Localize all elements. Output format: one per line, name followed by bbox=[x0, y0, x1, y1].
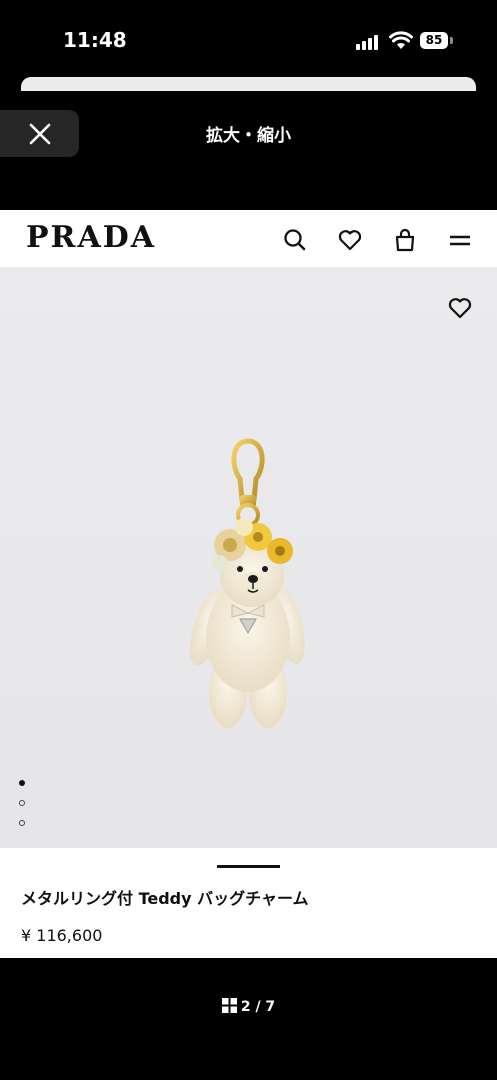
status-time: 11:48 bbox=[63, 28, 127, 52]
menu-icon[interactable] bbox=[447, 227, 473, 253]
product-image[interactable] bbox=[0, 267, 497, 848]
heart-icon[interactable] bbox=[337, 227, 363, 253]
battery-icon: 85 bbox=[420, 32, 448, 49]
carousel-dot[interactable] bbox=[19, 820, 25, 826]
search-icon[interactable] bbox=[282, 227, 308, 253]
cellular-signal-icon bbox=[356, 34, 382, 50]
close-button[interactable] bbox=[0, 110, 79, 157]
carousel-indicator[interactable] bbox=[19, 780, 29, 840]
teddy-bag-charm-image bbox=[189, 438, 305, 728]
carousel-dot[interactable] bbox=[19, 800, 25, 806]
image-counter-text: 2 / 7 bbox=[240, 999, 276, 1015]
sheet-top-edge bbox=[21, 77, 476, 91]
image-counter[interactable]: 2 / 7 bbox=[0, 998, 497, 1015]
close-icon bbox=[29, 123, 50, 144]
site-header: PRADA bbox=[0, 210, 497, 267]
product-page-screenshot[interactable]: PRADA メタルリング付 Teddy バッグチャーム ¥ 116,600 bbox=[0, 210, 497, 958]
status-bar: 11:48 85 bbox=[0, 0, 497, 80]
brand-logo[interactable]: PRADA bbox=[26, 220, 156, 255]
wifi-icon bbox=[389, 31, 413, 49]
wishlist-heart-icon[interactable] bbox=[447, 296, 473, 320]
product-info: メタルリング付 Teddy バッグチャーム ¥ 116,600 bbox=[0, 848, 497, 958]
product-price: ¥ 116,600 bbox=[21, 926, 103, 945]
battery-nub bbox=[450, 37, 453, 44]
product-name: メタルリング付 Teddy バッグチャーム bbox=[21, 889, 309, 908]
shopping-bag-icon[interactable] bbox=[392, 227, 418, 253]
carousel-dot[interactable] bbox=[19, 780, 25, 786]
drag-handle[interactable] bbox=[217, 865, 280, 868]
grid-icon bbox=[221, 998, 237, 1013]
